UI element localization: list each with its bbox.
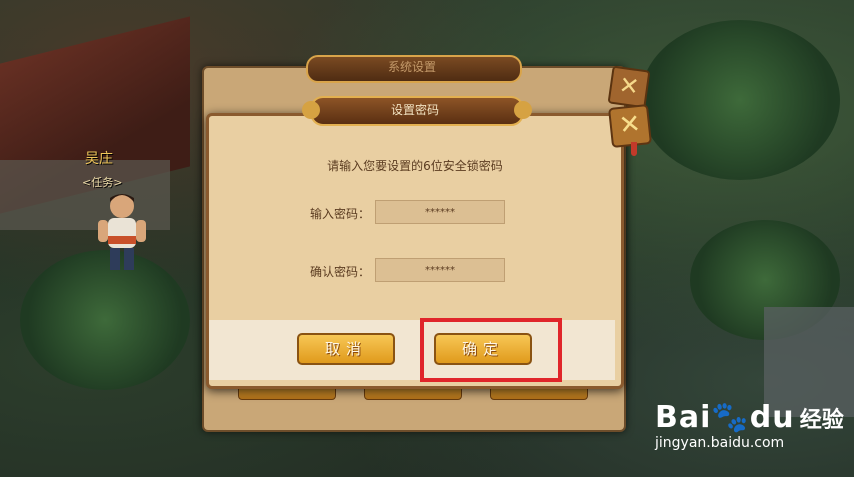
npc-name[interactable]: 吴庄 (85, 148, 113, 168)
password-input[interactable]: ****** (375, 200, 505, 224)
tassel-decoration (631, 142, 637, 156)
watermark-logo: Bai (655, 400, 712, 435)
system-settings-title: 系统设置 (387, 60, 436, 74)
paw-icon: 🐾 (711, 400, 750, 435)
cancel-button[interactable]: 取消 (297, 333, 395, 365)
confirm-password-input[interactable]: ****** (375, 258, 505, 282)
confirm-password-label: 确认密码： (309, 265, 370, 279)
npc-character[interactable] (82, 188, 162, 273)
password-label: 输入密码： (309, 207, 370, 221)
watermark-logo-tail: du (749, 400, 795, 435)
highlight-box (420, 318, 562, 382)
baidu-watermark: Bai🐾du 经验 jingyan.baidu.com (655, 400, 845, 451)
watermark-cn: 经验 (799, 408, 844, 433)
tree-canopy (640, 20, 840, 180)
dialog-title: 设置密码 (390, 103, 439, 117)
watermark-url: jingyan.baidu.com (655, 435, 785, 451)
password-prompt: 请输入您要设置的6位安全锁密码 (327, 159, 503, 173)
close-icon[interactable]: ✕ (607, 65, 651, 109)
close-dialog-icon[interactable]: ✕ (608, 104, 652, 148)
